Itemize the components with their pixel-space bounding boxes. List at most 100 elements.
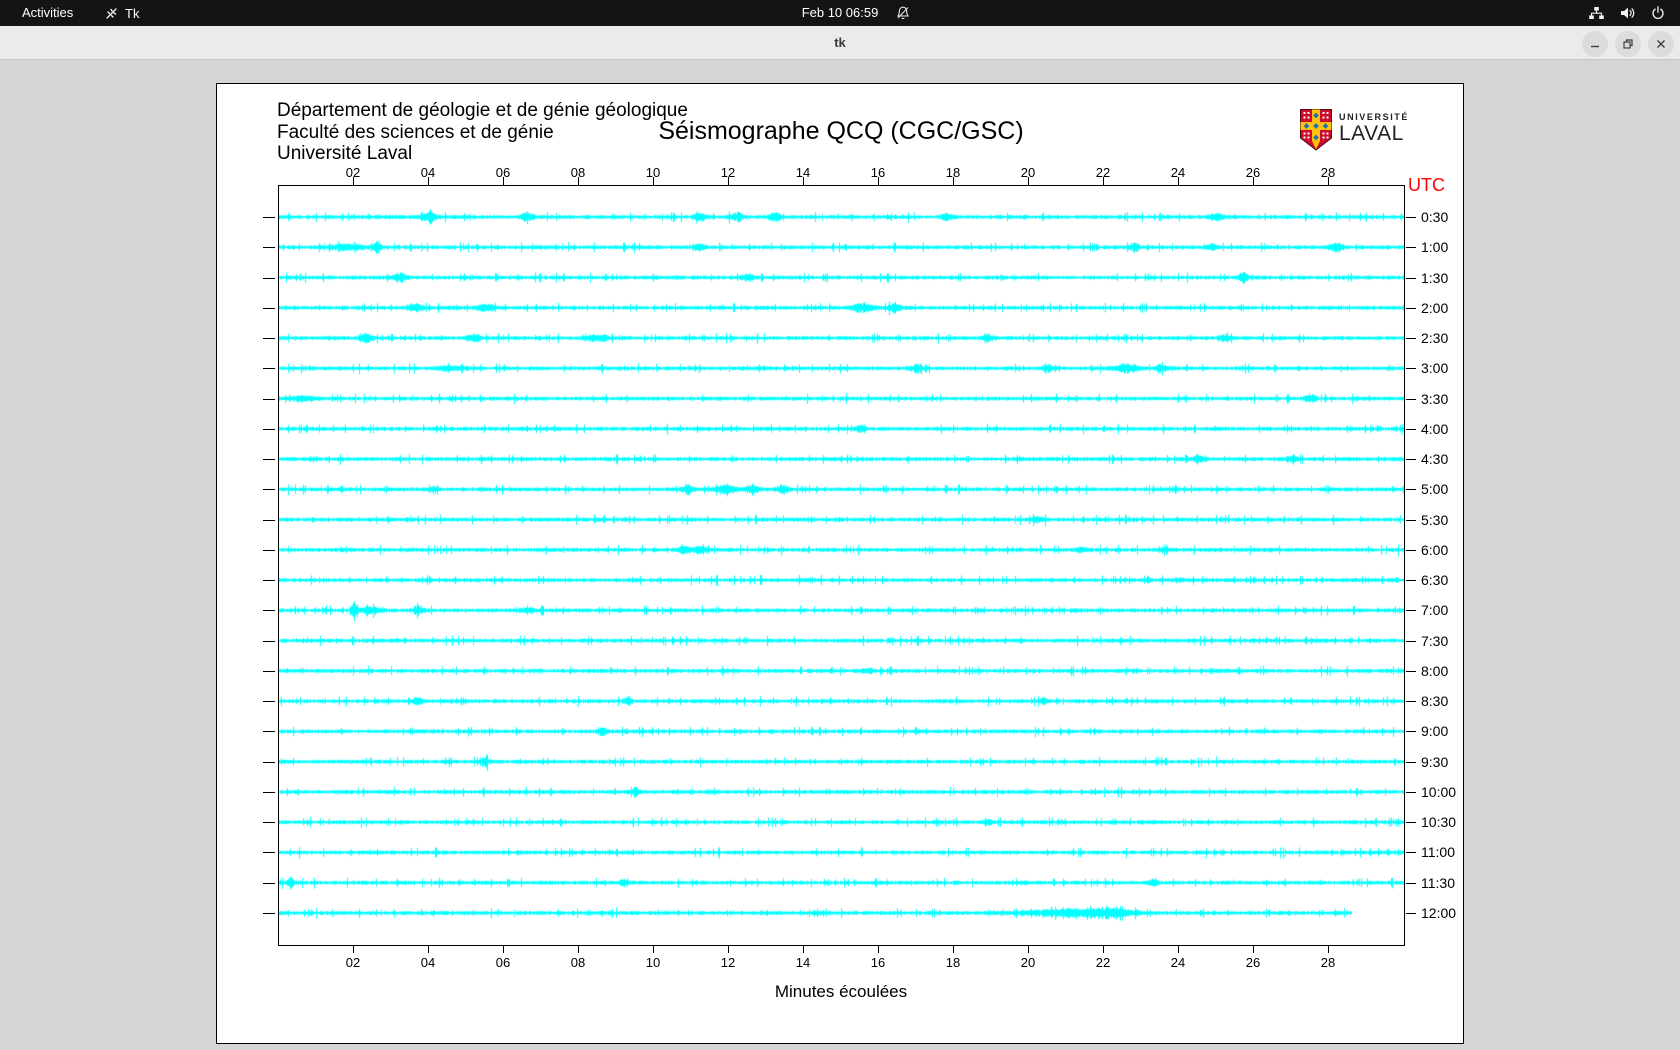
row-tick-left: [263, 580, 275, 582]
laval-logo-line2: LAVAL: [1339, 122, 1404, 145]
x-axis-title: Minutes écoulées: [774, 982, 908, 1001]
row-time-label: 12:00: [1421, 904, 1457, 921]
row-tick-right: [1406, 882, 1416, 884]
x-tick-mark-bottom: [1103, 945, 1104, 953]
power-icon: [1650, 5, 1666, 21]
row-tick-left: [263, 761, 275, 763]
row-tick-right: [1406, 670, 1416, 672]
x-tick-mark-bottom: [728, 945, 729, 953]
row-time-label: 8:30: [1421, 693, 1449, 710]
x-tick-mark-bottom: [578, 945, 579, 953]
x-tick-mark-top: [728, 177, 729, 185]
row-tick-right: [1406, 640, 1416, 642]
x-tick-mark-top: [1328, 177, 1329, 185]
row-tick-right: [1406, 338, 1416, 340]
row-tick-left: [263, 701, 275, 703]
x-tick-mark-bottom: [1328, 945, 1329, 953]
row-tick-left: [263, 791, 275, 793]
row-time-label: 7:30: [1421, 632, 1449, 649]
window-title: tk: [834, 35, 846, 50]
row-tick-left: [263, 338, 275, 340]
close-button[interactable]: [1648, 31, 1674, 57]
row-time-label: 3:00: [1421, 360, 1449, 377]
row-tick-right: [1406, 519, 1416, 521]
x-tick-mark-top: [803, 177, 804, 185]
x-tick-mark-top: [1028, 177, 1029, 185]
row-tick-left: [263, 519, 275, 521]
row-time-label: 10:30: [1421, 814, 1457, 831]
page-title: Séismographe QCQ (CGC/GSC): [658, 117, 1024, 145]
x-tick-label-bottom: 08: [570, 955, 586, 970]
row-tick-left: [263, 368, 275, 370]
x-tick-label-bottom: 12: [720, 955, 736, 970]
row-tick-left: [263, 247, 275, 249]
row-tick-right: [1406, 610, 1416, 612]
row-time-label: 11:30: [1421, 874, 1455, 891]
row-tick-left: [263, 640, 275, 642]
x-tick-mark-top: [428, 177, 429, 185]
x-tick-mark-bottom: [428, 945, 429, 953]
row-tick-left: [263, 912, 275, 914]
x-tick-mark-bottom: [653, 945, 654, 953]
row-time-label: 5:00: [1421, 481, 1449, 498]
laval-logo: UNIVERSITÉ LAVAL: [1300, 109, 1409, 156]
row-time-label: 6:30: [1421, 572, 1449, 589]
row-tick-right: [1406, 277, 1416, 279]
x-tick-mark-bottom: [353, 945, 354, 953]
x-tick-mark-bottom: [1178, 945, 1179, 953]
x-tick-label-bottom: 16: [870, 955, 886, 970]
row-tick-left: [263, 549, 275, 551]
x-tick-label-bottom: 18: [945, 955, 961, 970]
row-tick-right: [1406, 428, 1416, 430]
row-tick-right: [1406, 791, 1416, 793]
row-tick-right: [1406, 549, 1416, 551]
seismogram-plot: [278, 185, 1405, 946]
x-tick-label-bottom: 04: [420, 955, 436, 970]
row-tick-left: [263, 428, 275, 430]
system-status-area[interactable]: [1588, 0, 1666, 26]
row-tick-right: [1406, 368, 1416, 370]
x-tick-mark-top: [503, 177, 504, 185]
page: Département de géologie et de génie géol…: [216, 83, 1464, 1044]
row-tick-left: [263, 398, 275, 400]
row-tick-left: [263, 307, 275, 309]
row-time-label: 9:30: [1421, 753, 1449, 770]
x-tick-mark-top: [878, 177, 879, 185]
row-time-label: 8:00: [1421, 662, 1449, 679]
row-time-label: 0:30: [1421, 209, 1449, 225]
laval-logo-shield-icon: [1300, 109, 1332, 156]
x-tick-mark-top: [578, 177, 579, 185]
x-tick-label-bottom: 28: [1320, 955, 1336, 970]
row-time-label: 4:30: [1421, 451, 1449, 468]
row-time-label: 1:00: [1421, 239, 1449, 256]
row-tick-right: [1406, 701, 1416, 703]
row-time-label: 2:00: [1421, 299, 1449, 316]
x-tick-mark-top: [353, 177, 354, 185]
row-tick-right: [1406, 912, 1416, 914]
seismogram-traces-canvas: [279, 186, 1404, 945]
row-time-label: 3:30: [1421, 390, 1449, 407]
x-tick-mark-bottom: [503, 945, 504, 953]
row-tick-right: [1406, 217, 1416, 218]
row-tick-right: [1406, 822, 1416, 824]
window-title-bar: tk: [0, 26, 1680, 60]
x-tick-mark-bottom: [803, 945, 804, 953]
clock-button[interactable]: Feb 10 06:59: [0, 0, 1680, 26]
maximize-button[interactable]: [1615, 31, 1641, 57]
row-time-label: 6:00: [1421, 541, 1449, 558]
row-tick-left: [263, 731, 275, 733]
row-tick-right: [1406, 731, 1416, 733]
row-time-label: 4:00: [1421, 420, 1449, 437]
row-tick-left: [263, 459, 275, 461]
x-tick-label-bottom: 02: [345, 955, 361, 970]
volume-icon: [1619, 5, 1636, 21]
x-tick-mark-top: [953, 177, 954, 185]
minimize-button[interactable]: [1582, 31, 1608, 57]
row-tick-right: [1406, 489, 1416, 491]
x-tick-label-bottom: 26: [1245, 955, 1261, 970]
row-tick-right: [1406, 580, 1416, 582]
row-tick-left: [263, 822, 275, 824]
row-tick-right: [1406, 307, 1416, 309]
x-tick-mark-bottom: [953, 945, 954, 953]
notifications-muted-icon: [895, 5, 911, 21]
